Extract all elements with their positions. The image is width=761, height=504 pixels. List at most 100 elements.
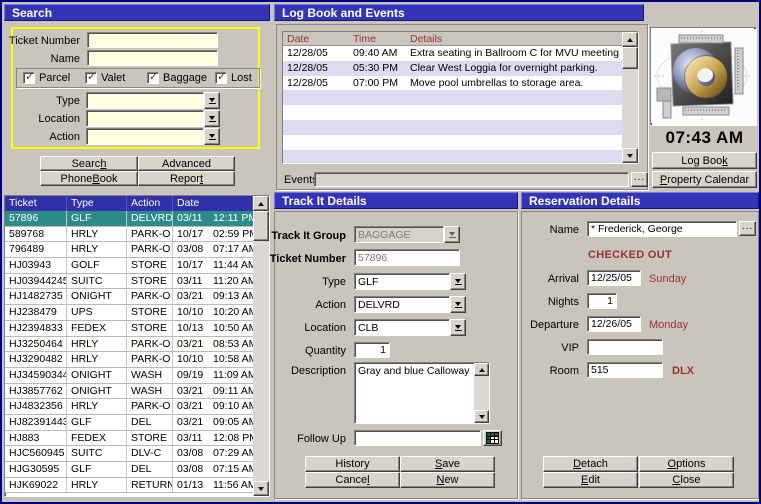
column-header-ticket[interactable]: Ticket bbox=[5, 196, 67, 211]
date-cell: 03/1111:20 AM bbox=[173, 274, 253, 289]
ticket-table-scrollbar[interactable] bbox=[253, 196, 269, 496]
table-row[interactable]: HJ2394833FEDEXSTORE10/1310:50 AM bbox=[5, 321, 253, 337]
column-header-date[interactable]: Date bbox=[173, 196, 253, 211]
scroll-up-button[interactable] bbox=[622, 32, 638, 47]
description-scrollbar[interactable] bbox=[474, 363, 489, 423]
log-details-cell: Extra seating in Ballroom C for MVU meet… bbox=[406, 46, 624, 61]
search-button[interactable]: Search bbox=[40, 156, 138, 171]
search-type-dropdown-button[interactable] bbox=[204, 92, 220, 109]
follow-up-field[interactable] bbox=[354, 430, 481, 446]
cancel-button[interactable]: Cancel bbox=[305, 472, 400, 488]
search-action-input[interactable] bbox=[86, 128, 204, 145]
scrollbar-track[interactable] bbox=[622, 69, 638, 148]
table-row[interactable]: HJK69022HRLYRETURNED01/1311:56 AM bbox=[5, 478, 253, 494]
search-location-input[interactable] bbox=[86, 110, 204, 127]
close-button[interactable]: Close bbox=[639, 472, 734, 488]
search-ticket-number-input[interactable] bbox=[87, 32, 218, 48]
arrival-field[interactable] bbox=[587, 270, 641, 286]
trackit-type-dropdown-button[interactable] bbox=[450, 273, 466, 290]
room-field[interactable] bbox=[587, 362, 663, 378]
follow-up-calendar-button[interactable] bbox=[483, 430, 502, 446]
scrollbar-thumb[interactable] bbox=[622, 47, 638, 69]
log-row[interactable] bbox=[283, 105, 624, 120]
quantity-field[interactable] bbox=[354, 342, 390, 358]
scroll-down-button[interactable] bbox=[253, 481, 269, 496]
reservation-name-field[interactable] bbox=[587, 221, 737, 237]
scrollbar-track[interactable] bbox=[474, 376, 489, 410]
trackit-ticket-number-field[interactable] bbox=[354, 249, 460, 266]
baggage-checkbox[interactable]: ✓ Baggage bbox=[147, 72, 207, 84]
advanced-button[interactable]: Advanced bbox=[138, 156, 235, 171]
search-type-input[interactable] bbox=[86, 92, 204, 109]
track-it-group-dropdown-button[interactable] bbox=[444, 226, 460, 243]
report-button[interactable]: Report bbox=[138, 171, 235, 186]
table-row[interactable]: HJ03943GOLFSTORE10/1711:44 AM bbox=[5, 258, 253, 274]
logbook-scrollbar[interactable] bbox=[622, 32, 638, 163]
detach-button[interactable]: Detach bbox=[543, 456, 638, 472]
lost-checkbox[interactable]: ✓ Lost bbox=[215, 72, 252, 84]
name-lookup-button[interactable]: ... bbox=[739, 221, 756, 236]
trackit-action-field[interactable] bbox=[354, 296, 450, 313]
phone-book-button[interactable]: Phone Book bbox=[40, 171, 138, 186]
trackit-action-dropdown-button[interactable] bbox=[450, 296, 466, 313]
search-action-dropdown-button[interactable] bbox=[204, 128, 220, 145]
nights-field[interactable] bbox=[587, 293, 617, 309]
column-header-time[interactable]: Time bbox=[349, 32, 406, 45]
scrollbar-track[interactable] bbox=[253, 241, 269, 481]
description-field[interactable]: Gray and blue Calloway bbox=[354, 362, 490, 424]
table-row[interactable]: HJ3250464HRLYPARK-O03/2108:53 AM bbox=[5, 337, 253, 353]
scroll-down-button[interactable] bbox=[622, 148, 638, 163]
trackit-type-field[interactable] bbox=[354, 273, 450, 290]
search-location-dropdown-button[interactable] bbox=[204, 110, 220, 127]
property-calendar-button[interactable]: Property Calendar bbox=[652, 171, 757, 188]
history-button[interactable]: History bbox=[305, 456, 400, 472]
log-row[interactable] bbox=[283, 90, 624, 105]
column-header-action[interactable]: Action bbox=[127, 196, 173, 211]
table-row[interactable]: HJ238479UPSSTORE10/1010:20 AM bbox=[5, 305, 253, 321]
parcel-checkbox[interactable]: ✓ Parcel bbox=[23, 72, 70, 84]
table-row[interactable]: 796489HRLYPARK-O03/0807:17 AM bbox=[5, 242, 253, 258]
log-row[interactable]: 12/28/0507:00 PMMove pool umbrellas to s… bbox=[283, 76, 624, 91]
departure-field[interactable] bbox=[587, 316, 641, 332]
trackit-location-dropdown-button[interactable] bbox=[450, 319, 466, 336]
table-row[interactable]: HJ3857762ONIGHTWASH03/2109:11 AM bbox=[5, 384, 253, 400]
table-row[interactable]: HJ4832356HRLYPARK-O03/2109:10 AM bbox=[5, 399, 253, 415]
log-row[interactable]: 12/28/0505:30 PMClear West Loggia for ov… bbox=[283, 61, 624, 76]
table-row[interactable]: HJC560945SUITCDLV-C03/0807:29 AM bbox=[5, 446, 253, 462]
save-button[interactable]: Save bbox=[400, 456, 495, 472]
table-row[interactable]: HJ883FEDEXSTORE03/1112:08 PM bbox=[5, 431, 253, 447]
options-button[interactable]: Options bbox=[639, 456, 734, 472]
table-row[interactable]: HJ3290482HRLYPARK-O10/1010:58 AM bbox=[5, 352, 253, 368]
scrollbar-thumb[interactable] bbox=[253, 211, 269, 241]
scroll-up-button[interactable] bbox=[474, 363, 489, 376]
search-name-input[interactable] bbox=[87, 50, 218, 66]
log-row[interactable] bbox=[283, 120, 624, 135]
table-row[interactable]: HJ039442456SUITCSTORE03/1111:20 AM bbox=[5, 274, 253, 290]
column-header-date[interactable]: Date bbox=[283, 32, 349, 45]
column-header-type[interactable]: Type bbox=[67, 196, 127, 211]
table-row[interactable]: HJG30595GLFDEL03/0807:15 AM bbox=[5, 462, 253, 478]
column-header-details[interactable]: Details bbox=[406, 32, 624, 45]
log-row[interactable] bbox=[283, 135, 624, 150]
table-row[interactable]: HJ82391443GLFDEL03/2109:05 AM bbox=[5, 415, 253, 431]
scroll-down-button[interactable] bbox=[474, 410, 489, 423]
description-text[interactable]: Gray and blue Calloway bbox=[355, 363, 474, 423]
events-field[interactable] bbox=[314, 172, 629, 187]
type-cell: GLF bbox=[67, 415, 127, 430]
edit-button[interactable]: Edit bbox=[543, 472, 638, 488]
table-row[interactable]: 57896GLFDELVRD03/1112:11 PM bbox=[5, 211, 253, 227]
log-row[interactable] bbox=[283, 150, 624, 163]
scroll-up-button[interactable] bbox=[253, 196, 269, 211]
vip-field[interactable] bbox=[587, 339, 663, 355]
log-row[interactable]: 12/28/0509:40 AMExtra seating in Ballroo… bbox=[283, 46, 624, 61]
table-row[interactable]: HJ34590344ONIGHTWASH09/1911:09 AM bbox=[5, 368, 253, 384]
table-row[interactable]: 589768HRLYPARK-O10/1702:59 PM bbox=[5, 227, 253, 243]
log-book-button[interactable]: Log Book bbox=[652, 152, 757, 169]
valet-checkbox[interactable]: ✓ Valet bbox=[85, 72, 125, 84]
scroll-down-icon bbox=[479, 415, 485, 419]
trackit-location-field[interactable] bbox=[354, 319, 450, 336]
table-row[interactable]: HJ1482735ONIGHTPARK-O03/2109:13 AM bbox=[5, 289, 253, 305]
events-ellipsis-button[interactable]: ... bbox=[631, 172, 648, 187]
new-button[interactable]: New bbox=[400, 472, 495, 488]
track-it-group-field[interactable] bbox=[354, 226, 444, 243]
